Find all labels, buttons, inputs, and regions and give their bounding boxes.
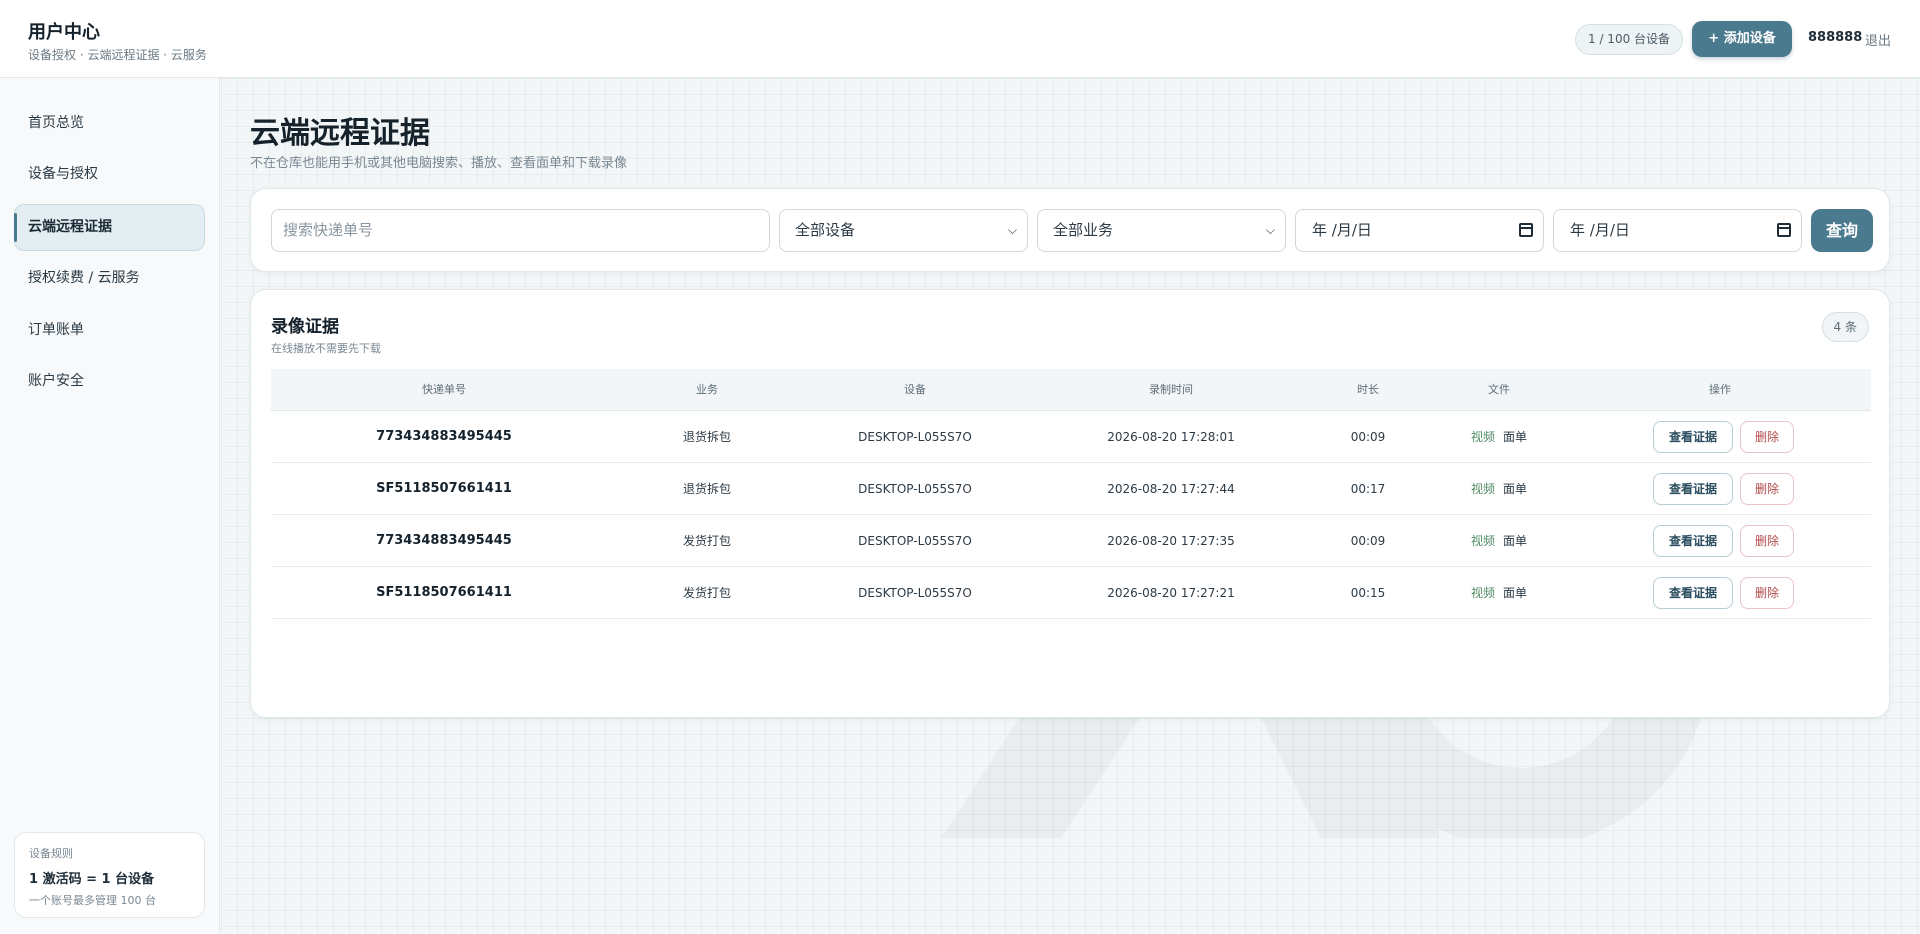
column-header-code: 快递单号 xyxy=(422,383,466,396)
records-title: 录像证据 xyxy=(271,317,339,337)
records-count-badge: 4 条 xyxy=(1821,312,1869,342)
filter-bar: 搜索快递单号 全部设备 ⌵ 全部业务 ⌵ 年 /月/日 年 /月/日 查询 xyxy=(250,188,1890,272)
sidebar: 首页总览 设备与授权 云端远程证据 授权续费 / 云服务 订单账单 账户安全 设… xyxy=(0,78,220,934)
file-cell: 视频 面单 xyxy=(1471,463,1527,515)
view-evidence-button[interactable]: 查看证据 xyxy=(1653,525,1733,557)
rule-card-note: 一个账号最多管理 100 台 xyxy=(29,894,156,907)
calendar-icon[interactable] xyxy=(1519,223,1533,237)
device-rule-card: 设备规则 1 激活码 = 1 台设备 一个账号最多管理 100 台 xyxy=(14,832,205,918)
view-evidence-button[interactable]: 查看证据 xyxy=(1653,577,1733,609)
device-cell: DESKTOP-L055S7O xyxy=(858,534,972,548)
app-subtitle: 设备授权 · 云端远程证据 · 云服务 xyxy=(28,48,207,62)
tracking-number: 773434883495445 xyxy=(376,429,512,444)
delete-button[interactable]: 删除 xyxy=(1740,473,1794,505)
waybill-link[interactable]: 面单 xyxy=(1503,482,1527,496)
top-header: 用户中心 设备授权 · 云端远程证据 · 云服务 1 / 100 台设备 + 添… xyxy=(0,0,1920,78)
business-cell: 退货拆包 xyxy=(682,430,732,444)
record-time-cell: 2026-08-20 17:27:21 xyxy=(1107,586,1235,600)
table-row: SF5118507661411 退货拆包 DESKTOP-L055S7O 202… xyxy=(271,463,1871,515)
sidebar-item-overview[interactable]: 首页总览 xyxy=(14,100,205,147)
record-time-cell: 2026-08-20 17:27:35 xyxy=(1107,534,1235,548)
column-header-time: 录制时间 xyxy=(1149,383,1193,396)
username: 888888 xyxy=(1808,30,1863,45)
page-title: 云端远程证据 xyxy=(250,116,430,151)
end-date-value: 年 /月/日 xyxy=(1570,221,1630,239)
sidebar-item-renewal[interactable]: 授权续费 / 云服务 xyxy=(14,255,205,302)
duration-cell: 00:15 xyxy=(1350,586,1386,600)
waybill-link[interactable]: 面单 xyxy=(1503,430,1527,444)
tracking-number: 773434883495445 xyxy=(376,533,512,548)
end-date-input[interactable]: 年 /月/日 xyxy=(1553,209,1802,252)
device-select-value: 全部设备 xyxy=(795,221,856,239)
sidebar-item-devices[interactable]: 设备与授权 xyxy=(14,151,205,198)
video-link[interactable]: 视频 xyxy=(1471,482,1495,496)
chevron-down-icon: ⌵ xyxy=(1265,223,1275,237)
sidebar-item-security[interactable]: 账户安全 xyxy=(14,358,205,405)
waybill-link[interactable]: 面单 xyxy=(1503,586,1527,600)
calendar-icon[interactable] xyxy=(1777,223,1791,237)
video-link[interactable]: 视频 xyxy=(1471,586,1495,600)
device-cell: DESKTOP-L055S7O xyxy=(858,482,972,496)
delete-button[interactable]: 删除 xyxy=(1740,525,1794,557)
tracking-number: SF5118507661411 xyxy=(376,585,512,600)
rule-card-main: 1 激活码 = 1 台设备 xyxy=(29,872,155,887)
app-title: 用户中心 xyxy=(28,22,100,43)
main-content: 云端远程证据 不在仓库也能用手机或其他电脑搜索、播放、查看面单和下载录像 搜索快… xyxy=(221,78,1920,934)
logout-link[interactable]: 退出 xyxy=(1865,30,1891,49)
business-select-value: 全部业务 xyxy=(1053,221,1114,239)
start-date-value: 年 /月/日 xyxy=(1312,221,1372,239)
file-cell: 视频 面单 xyxy=(1471,515,1527,567)
duration-cell: 00:09 xyxy=(1350,534,1386,548)
add-device-button[interactable]: + 添加设备 xyxy=(1692,21,1792,57)
query-button[interactable]: 查询 xyxy=(1811,209,1873,252)
waybill-link[interactable]: 面单 xyxy=(1503,534,1527,548)
device-count-badge: 1 / 100 台设备 xyxy=(1575,24,1684,55)
tracking-number: SF5118507661411 xyxy=(376,481,512,496)
file-cell: 视频 面单 xyxy=(1471,411,1527,463)
table-header: 快递单号 业务 设备 录制时间 时长 文件 操作 xyxy=(271,369,1871,411)
sidebar-item-orders[interactable]: 订单账单 xyxy=(14,307,205,354)
sidebar-item-cloud-evidence[interactable]: 云端远程证据 xyxy=(14,204,205,251)
business-cell: 发货打包 xyxy=(682,586,732,600)
duration-cell: 00:09 xyxy=(1350,430,1386,444)
delete-button[interactable]: 删除 xyxy=(1740,577,1794,609)
page-subtitle: 不在仓库也能用手机或其他电脑搜索、播放、查看面单和下载录像 xyxy=(250,156,628,171)
search-input[interactable]: 搜索快递单号 xyxy=(271,209,770,252)
table-row: 773434883495445 发货打包 DESKTOP-L055S7O 202… xyxy=(271,515,1871,567)
view-evidence-button[interactable]: 查看证据 xyxy=(1653,473,1733,505)
rule-card-title: 设备规则 xyxy=(29,847,73,860)
column-header-file: 文件 xyxy=(1488,383,1510,396)
duration-cell: 00:17 xyxy=(1350,482,1386,496)
column-header-duration: 时长 xyxy=(1357,383,1379,396)
business-cell: 退货拆包 xyxy=(682,482,732,496)
file-cell: 视频 面单 xyxy=(1471,567,1527,619)
start-date-input[interactable]: 年 /月/日 xyxy=(1295,209,1544,252)
device-cell: DESKTOP-L055S7O xyxy=(858,586,972,600)
video-link[interactable]: 视频 xyxy=(1471,430,1495,444)
column-header-business: 业务 xyxy=(696,383,718,396)
device-cell: DESKTOP-L055S7O xyxy=(858,430,972,444)
business-cell: 发货打包 xyxy=(682,534,732,548)
delete-button[interactable]: 删除 xyxy=(1740,421,1794,453)
chevron-down-icon: ⌵ xyxy=(1007,223,1017,237)
device-select[interactable]: 全部设备 ⌵ xyxy=(779,209,1028,252)
records-card: 录像证据 在线播放不需要先下载 4 条 快递单号 业务 设备 录制时间 时长 文… xyxy=(250,289,1890,718)
table-row: 773434883495445 退货拆包 DESKTOP-L055S7O 202… xyxy=(271,411,1871,463)
records-subtitle: 在线播放不需要先下载 xyxy=(271,342,381,355)
column-header-actions: 操作 xyxy=(1709,383,1731,396)
record-time-cell: 2026-08-20 17:28:01 xyxy=(1107,430,1235,444)
column-header-device: 设备 xyxy=(904,383,926,396)
business-select[interactable]: 全部业务 ⌵ xyxy=(1037,209,1286,252)
table-row: SF5118507661411 发货打包 DESKTOP-L055S7O 202… xyxy=(271,567,1871,619)
record-time-cell: 2026-08-20 17:27:44 xyxy=(1107,482,1235,496)
video-link[interactable]: 视频 xyxy=(1471,534,1495,548)
view-evidence-button[interactable]: 查看证据 xyxy=(1653,421,1733,453)
